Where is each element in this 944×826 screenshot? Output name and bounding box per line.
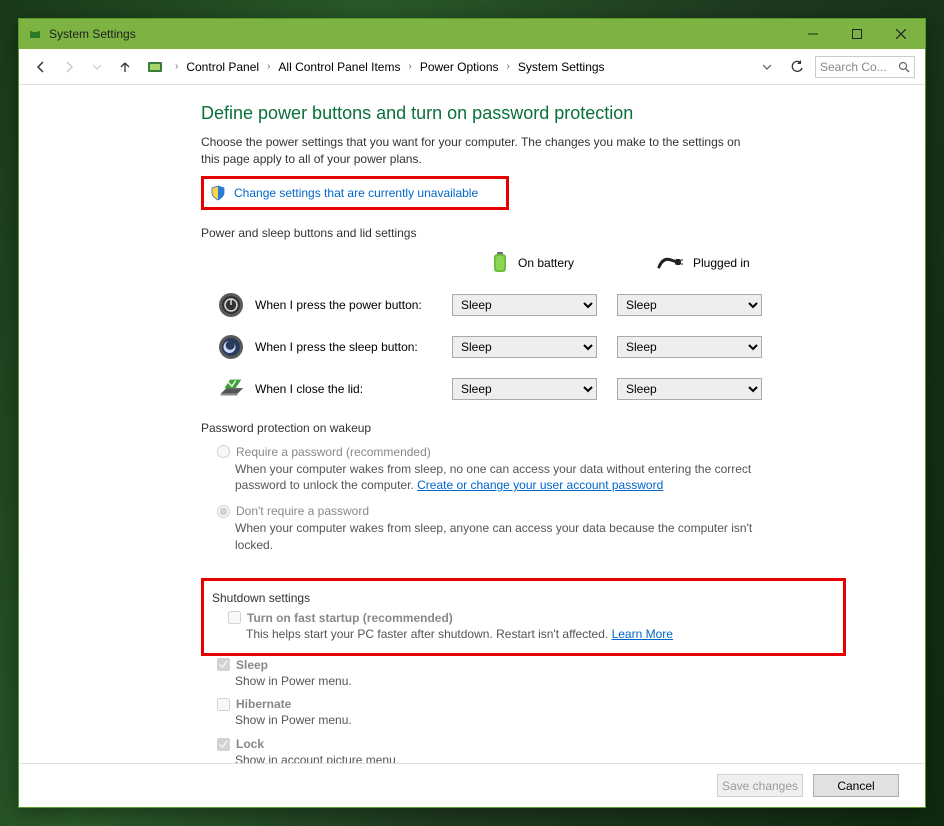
row-lid: When I close the lid: <box>217 375 452 403</box>
power-button-plugged-select[interactable]: Sleep <box>617 294 762 316</box>
lock-desc: Show in account picture menu. <box>235 752 895 763</box>
sleep-desc: Show in Power menu. <box>235 673 895 690</box>
chk-fast-startup-label: Turn on fast startup (recommended) <box>247 611 453 625</box>
chk-hibernate: Hibernate <box>217 697 895 711</box>
chk-hibernate-input <box>217 698 230 711</box>
chk-lock-label: Lock <box>236 737 264 751</box>
close-button[interactable] <box>879 20 923 48</box>
content-area: Define power buttons and turn on passwor… <box>19 85 925 763</box>
battery-icon <box>492 250 508 277</box>
highlight-shutdown-settings: Shutdown settings Turn on fast startup (… <box>201 578 846 656</box>
crumb-system-settings[interactable]: System Settings <box>514 58 609 76</box>
plug-icon <box>657 255 683 272</box>
titlebar: System Settings <box>19 19 925 49</box>
col-battery-header: On battery <box>452 250 617 277</box>
learn-more-link[interactable]: Learn More <box>612 627 673 641</box>
minimize-button[interactable] <box>791 20 835 48</box>
recent-dropdown[interactable] <box>85 55 109 79</box>
no-password-desc: When your computer wakes from sleep, any… <box>235 520 755 554</box>
chevron-right-icon: › <box>406 61 413 72</box>
change-settings-link[interactable]: Change settings that are currently unava… <box>234 186 478 200</box>
fast-startup-desc: This helps start your PC faster after sh… <box>246 626 673 643</box>
app-icon <box>27 26 43 42</box>
up-button[interactable] <box>113 55 137 79</box>
radio-require-password-input <box>217 445 230 458</box>
window-title: System Settings <box>49 27 791 41</box>
chk-lock-input <box>217 738 230 751</box>
shield-icon <box>210 185 226 201</box>
chk-sleep-label: Sleep <box>236 658 268 672</box>
maximize-button[interactable] <box>835 20 879 48</box>
password-section-label: Password protection on wakeup <box>201 421 895 435</box>
row-sleep-button: When I press the sleep button: <box>217 333 452 361</box>
lid-icon <box>217 375 245 403</box>
sleep-button-icon <box>217 333 245 361</box>
chk-sleep: Sleep <box>217 658 895 672</box>
chk-lock: Lock <box>217 737 895 751</box>
sleep-button-battery-select[interactable]: Sleep <box>452 336 597 358</box>
control-panel-icon <box>145 57 165 77</box>
power-button-icon <box>217 291 245 319</box>
address-dropdown[interactable] <box>755 55 779 79</box>
chk-fast-startup: Turn on fast startup (recommended) <box>228 611 673 625</box>
forward-button[interactable] <box>57 55 81 79</box>
window: System Settings › Control Panel › All Co… <box>18 18 926 808</box>
shutdown-section-label: Shutdown settings <box>212 591 673 605</box>
create-password-link[interactable]: Create or change your user account passw… <box>417 478 663 492</box>
search-placeholder: Search Co... <box>820 60 887 74</box>
save-button: Save changes <box>717 774 803 797</box>
chevron-right-icon: › <box>265 61 272 72</box>
chevron-right-icon: › <box>173 61 180 72</box>
power-grid: On battery Plugged in When I press the p… <box>217 250 895 403</box>
address-bar: › Control Panel › All Control Panel Item… <box>19 49 925 85</box>
col-plugged-header: Plugged in <box>617 255 782 272</box>
chk-fast-startup-input <box>228 611 241 624</box>
lid-battery-select[interactable]: Sleep <box>452 378 597 400</box>
breadcrumb: › Control Panel › All Control Panel Item… <box>173 58 751 76</box>
page-subtitle: Choose the power settings that you want … <box>201 134 761 168</box>
power-section-label: Power and sleep buttons and lid settings <box>201 226 895 240</box>
chk-sleep-input <box>217 658 230 671</box>
back-button[interactable] <box>29 55 53 79</box>
crumb-control-panel[interactable]: Control Panel <box>182 58 263 76</box>
search-input[interactable]: Search Co... <box>815 56 915 78</box>
chevron-right-icon: › <box>505 61 512 72</box>
sleep-button-plugged-select[interactable]: Sleep <box>617 336 762 358</box>
lid-plugged-select[interactable]: Sleep <box>617 378 762 400</box>
radio-require-password: Require a password (recommended) <box>217 445 895 459</box>
crumb-power-options[interactable]: Power Options <box>416 58 503 76</box>
crumb-all-items[interactable]: All Control Panel Items <box>274 58 404 76</box>
refresh-button[interactable] <box>785 55 809 79</box>
hibernate-desc: Show in Power menu. <box>235 712 895 729</box>
radio-require-password-label: Require a password (recommended) <box>236 445 431 459</box>
row-power-button: When I press the power button: <box>217 291 452 319</box>
footer: Save changes Cancel <box>19 763 925 807</box>
chk-hibernate-label: Hibernate <box>236 697 291 711</box>
highlight-change-settings: Change settings that are currently unava… <box>201 176 509 210</box>
search-icon <box>898 61 910 73</box>
radio-no-password-input <box>217 505 230 518</box>
radio-no-password: Don't require a password <box>217 504 895 518</box>
require-password-desc: When your computer wakes from sleep, no … <box>235 461 755 495</box>
power-button-battery-select[interactable]: Sleep <box>452 294 597 316</box>
cancel-button[interactable]: Cancel <box>813 774 899 797</box>
page-title: Define power buttons and turn on passwor… <box>201 103 895 124</box>
radio-no-password-label: Don't require a password <box>236 504 369 518</box>
